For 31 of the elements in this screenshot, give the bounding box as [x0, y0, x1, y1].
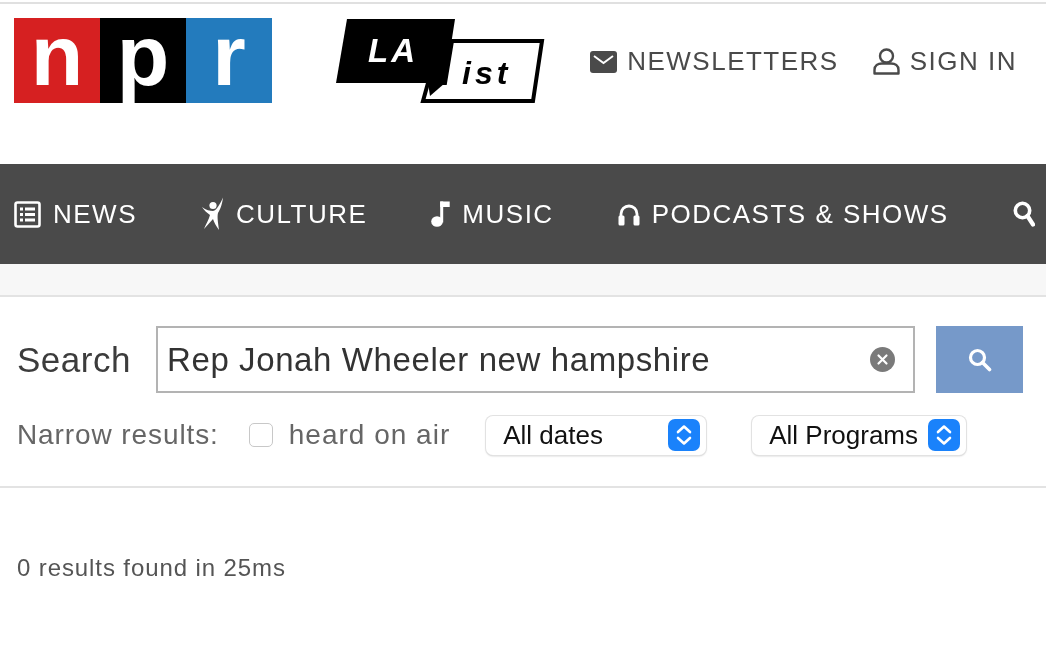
search-icon[interactable]: [1012, 201, 1035, 227]
logo-tile: r: [186, 18, 272, 103]
logo-tile: n: [14, 18, 100, 103]
results-summary: 0 results found in 25ms: [17, 554, 286, 581]
search-icon: [967, 347, 992, 372]
list-icon: [14, 200, 41, 228]
newsletters-link[interactable]: NEWSLETTERS: [590, 46, 839, 77]
sign-in-link[interactable]: SIGN IN: [872, 46, 1017, 77]
up-down-chevron-icon: [928, 419, 961, 451]
logo-text: ist: [462, 55, 512, 91]
person-icon: [872, 48, 900, 75]
search-label: Search: [17, 339, 132, 380]
search-button[interactable]: [936, 326, 1023, 393]
music-note-icon: [431, 201, 451, 227]
checkbox-label: heard on air: [288, 419, 451, 451]
search-field[interactable]: Rep Jonah Wheeler new hampshire: [156, 326, 915, 393]
logo-tile: p: [100, 18, 186, 103]
program-select[interactable]: All Programs: [752, 415, 967, 455]
narrow-results-label: Narrow results:: [17, 419, 219, 451]
checkbox[interactable]: [248, 423, 273, 447]
nav-link[interactable]: MUSIC: [431, 198, 554, 230]
dancing-figure-icon: [201, 196, 224, 232]
clear-icon[interactable]: [870, 347, 895, 372]
nav-link[interactable]: CULTURE: [201, 196, 368, 232]
nav-link[interactable]: PODCASTS & SHOWS: [617, 198, 949, 230]
logo-text: LA: [368, 32, 418, 69]
up-down-chevron-icon: [668, 419, 701, 451]
nav-link[interactable]: NEWS: [14, 198, 137, 230]
date-select[interactable]: All dates: [486, 415, 707, 455]
headphones-icon: [617, 202, 640, 226]
envelope-icon: [590, 50, 618, 73]
